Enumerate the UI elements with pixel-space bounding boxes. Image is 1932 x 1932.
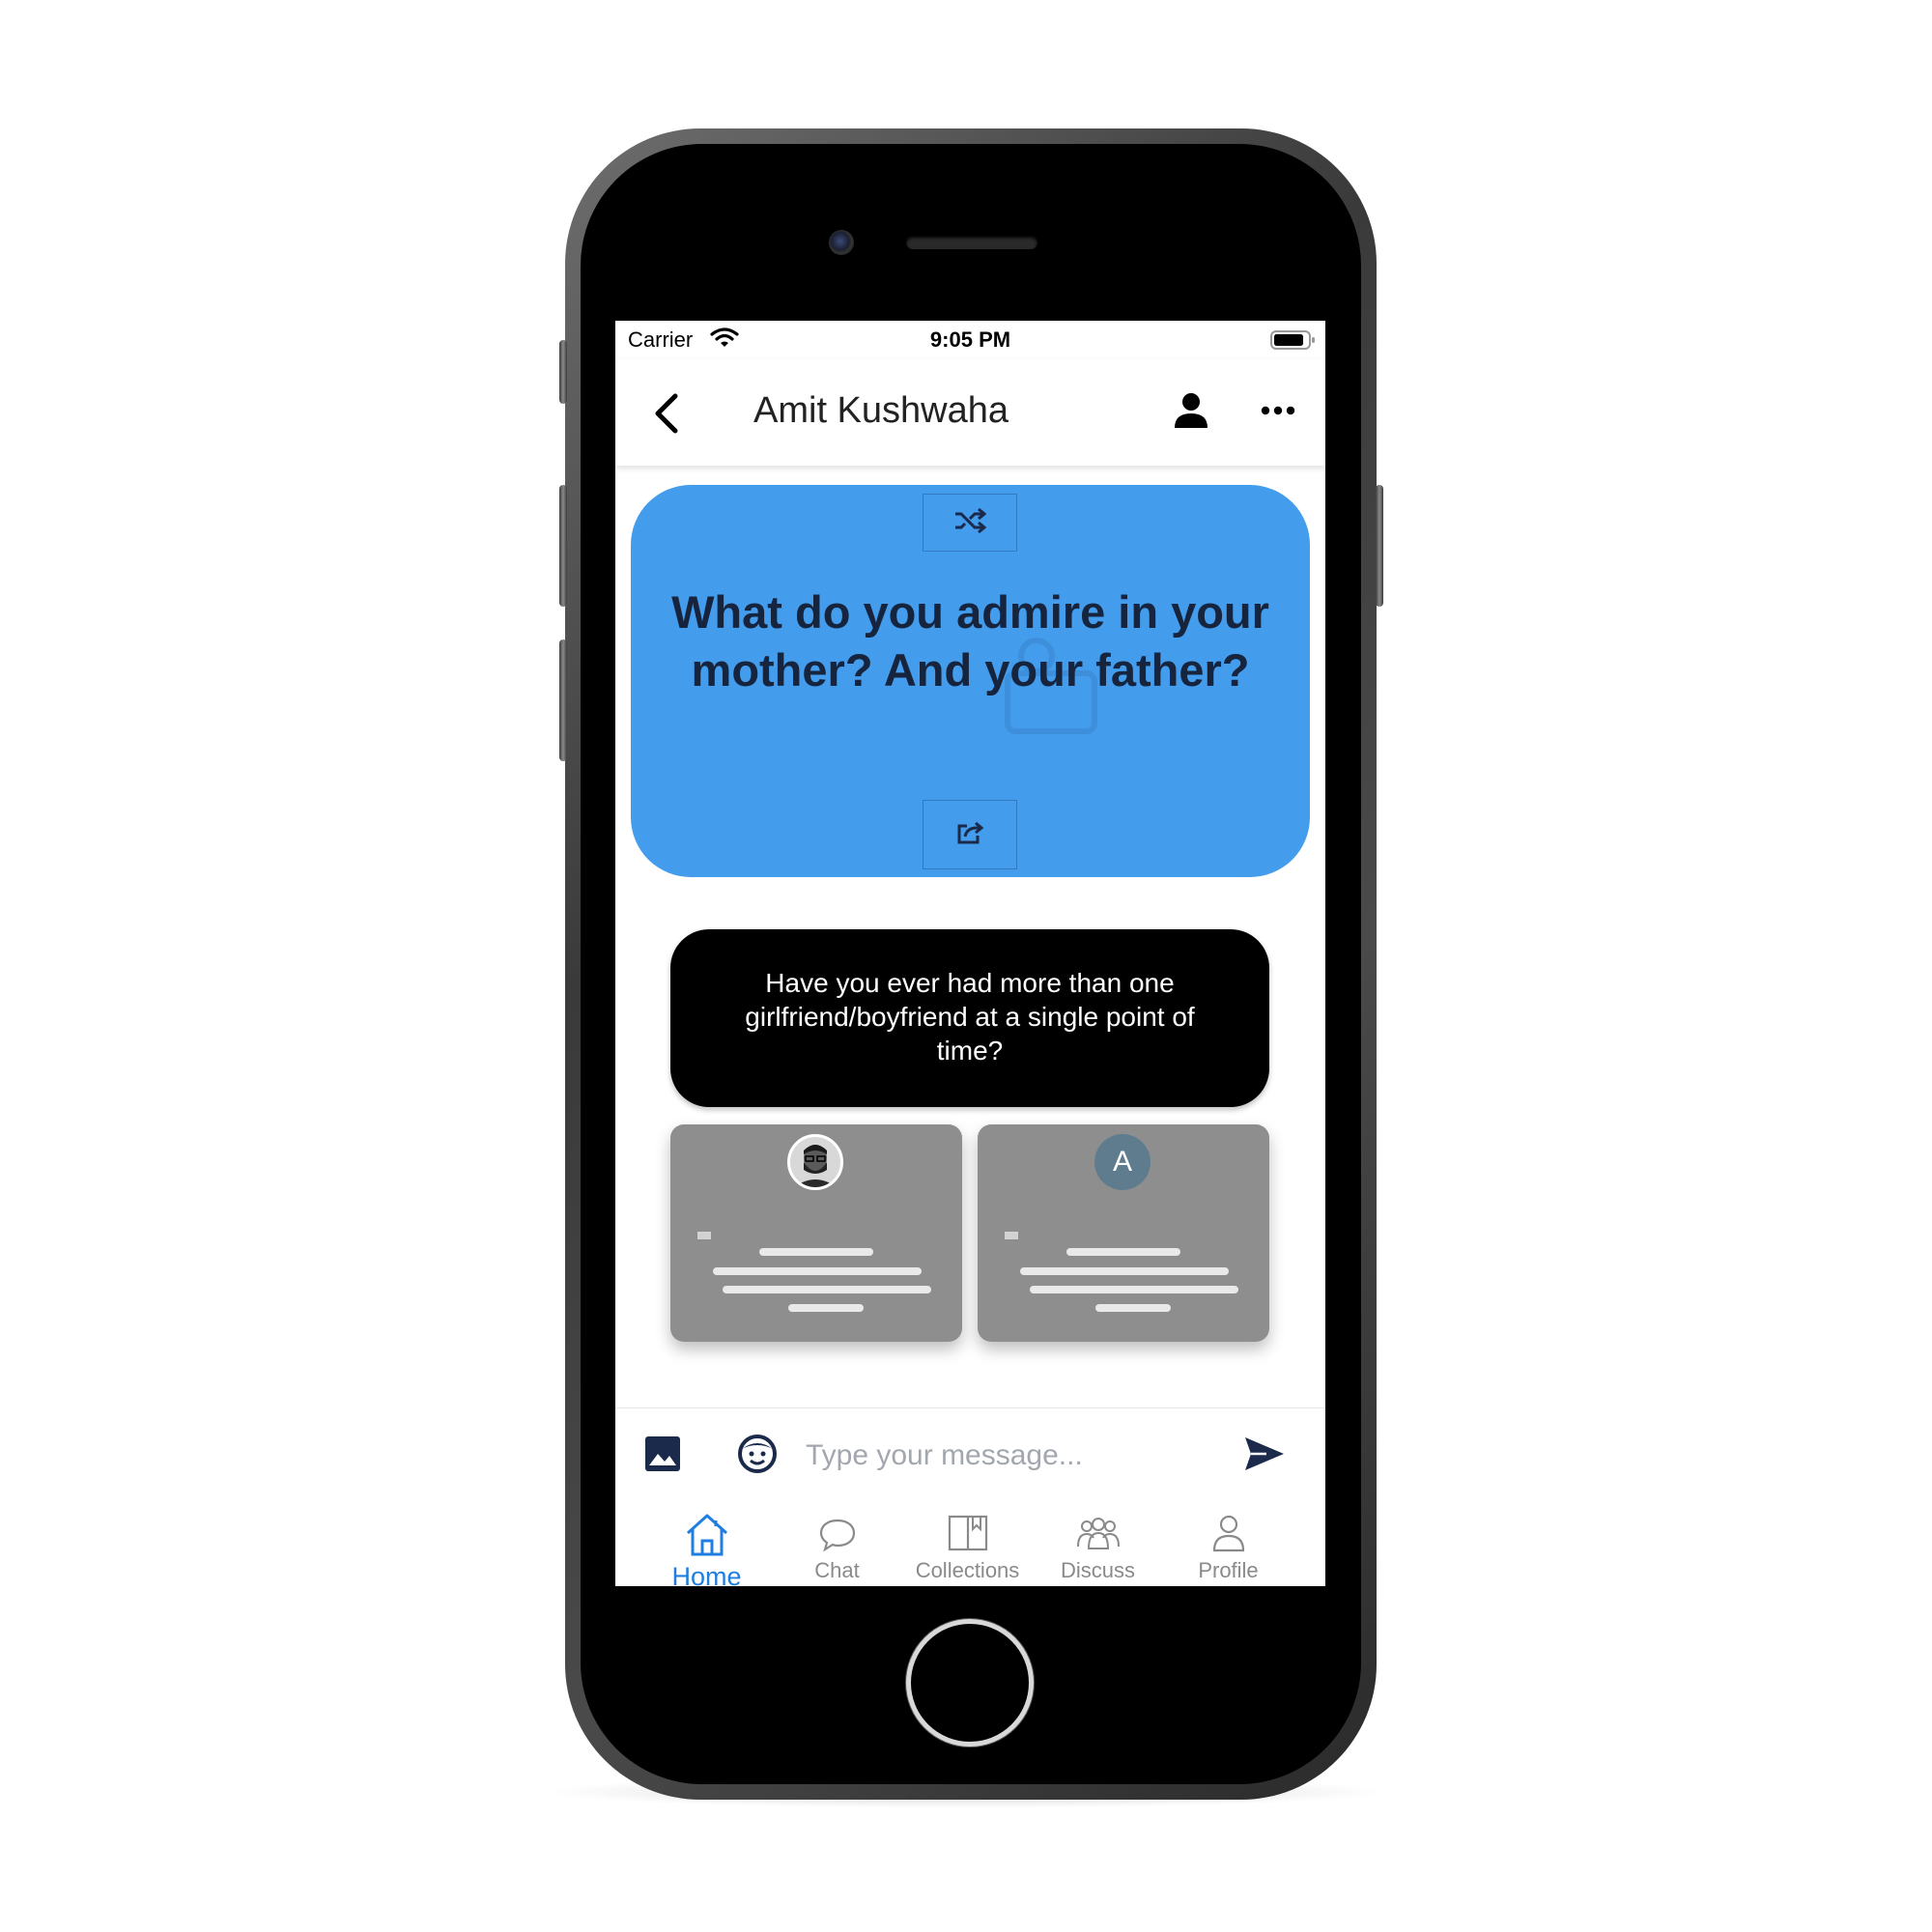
- user-avatar: [787, 1134, 843, 1190]
- status-time: 9:05 PM: [929, 327, 1011, 352]
- chat-bubble-icon: [772, 1518, 902, 1552]
- bottom-tab-bar: Home Chat Collections Discuss Profile: [615, 1502, 1325, 1586]
- tab-label-profile: Profile: [1198, 1558, 1259, 1582]
- power-button: [1376, 485, 1383, 607]
- skeleton-line: [1030, 1286, 1238, 1293]
- group-icon: [1033, 1516, 1163, 1550]
- volume-up-button: [559, 485, 567, 607]
- person-outline-icon: [1163, 1514, 1293, 1552]
- prompt-text: Have you ever had more than one girlfrie…: [745, 968, 1195, 1065]
- tab-home[interactable]: Home: [641, 1502, 772, 1586]
- shuffle-button[interactable]: [923, 494, 1017, 552]
- tab-label-home: Home: [671, 1562, 742, 1586]
- message-composer: [615, 1407, 1325, 1503]
- emoji-icon[interactable]: [737, 1434, 778, 1479]
- skeleton-dot: [1005, 1232, 1018, 1239]
- skeleton-dot: [697, 1232, 711, 1239]
- app-screen: Carrier 9:05 PM Amit Kushwaha What do yo…: [615, 321, 1325, 1586]
- battery-icon: [1270, 329, 1317, 355]
- silent-switch: [559, 340, 567, 404]
- skeleton-line: [1095, 1304, 1171, 1312]
- chat-partner-name: Amit Kushwaha: [753, 390, 1009, 431]
- skeleton-line: [1020, 1267, 1229, 1275]
- navigation-bar: Amit Kushwaha: [615, 359, 1325, 466]
- partner-avatar: A: [1094, 1134, 1151, 1190]
- send-icon[interactable]: [1243, 1435, 1286, 1477]
- shuffle-icon: [953, 507, 987, 538]
- more-options-icon[interactable]: [1261, 404, 1295, 421]
- answer-card-partner[interactable]: A: [978, 1124, 1269, 1342]
- prompt-card[interactable]: Have you ever had more than one girlfrie…: [670, 929, 1269, 1107]
- back-arrow-icon[interactable]: [650, 392, 683, 440]
- skeleton-line: [759, 1248, 873, 1256]
- home-button[interactable]: [906, 1619, 1034, 1747]
- book-icon: [902, 1514, 1033, 1552]
- status-bar: Carrier 9:05 PM: [615, 321, 1325, 359]
- question-card[interactable]: What do you admire in your mother? And y…: [631, 485, 1310, 877]
- tab-collections[interactable]: Collections: [902, 1502, 1033, 1586]
- message-input[interactable]: [804, 1432, 1213, 1480]
- person-icon[interactable]: [1174, 392, 1208, 434]
- share-button[interactable]: [923, 800, 1017, 869]
- tab-label-collections: Collections: [915, 1558, 1020, 1582]
- tab-profile[interactable]: Profile: [1163, 1502, 1293, 1586]
- skeleton-line: [723, 1286, 931, 1293]
- tab-discuss[interactable]: Discuss: [1033, 1502, 1163, 1586]
- skeleton-line: [713, 1267, 922, 1275]
- tab-label-discuss: Discuss: [1060, 1558, 1135, 1582]
- earpiece-speaker: [906, 236, 1037, 249]
- answer-card-user[interactable]: [670, 1124, 962, 1342]
- share-icon: [955, 820, 984, 850]
- volume-down-button: [559, 639, 567, 761]
- question-text: What do you admire in your mother? And y…: [671, 586, 1269, 696]
- skeleton-line: [788, 1304, 864, 1312]
- home-icon: [641, 1512, 772, 1558]
- front-camera: [829, 230, 854, 255]
- image-icon[interactable]: [644, 1435, 681, 1477]
- tab-chat[interactable]: Chat: [772, 1502, 902, 1586]
- skeleton-line: [1066, 1248, 1180, 1256]
- tab-label-chat: Chat: [814, 1558, 860, 1582]
